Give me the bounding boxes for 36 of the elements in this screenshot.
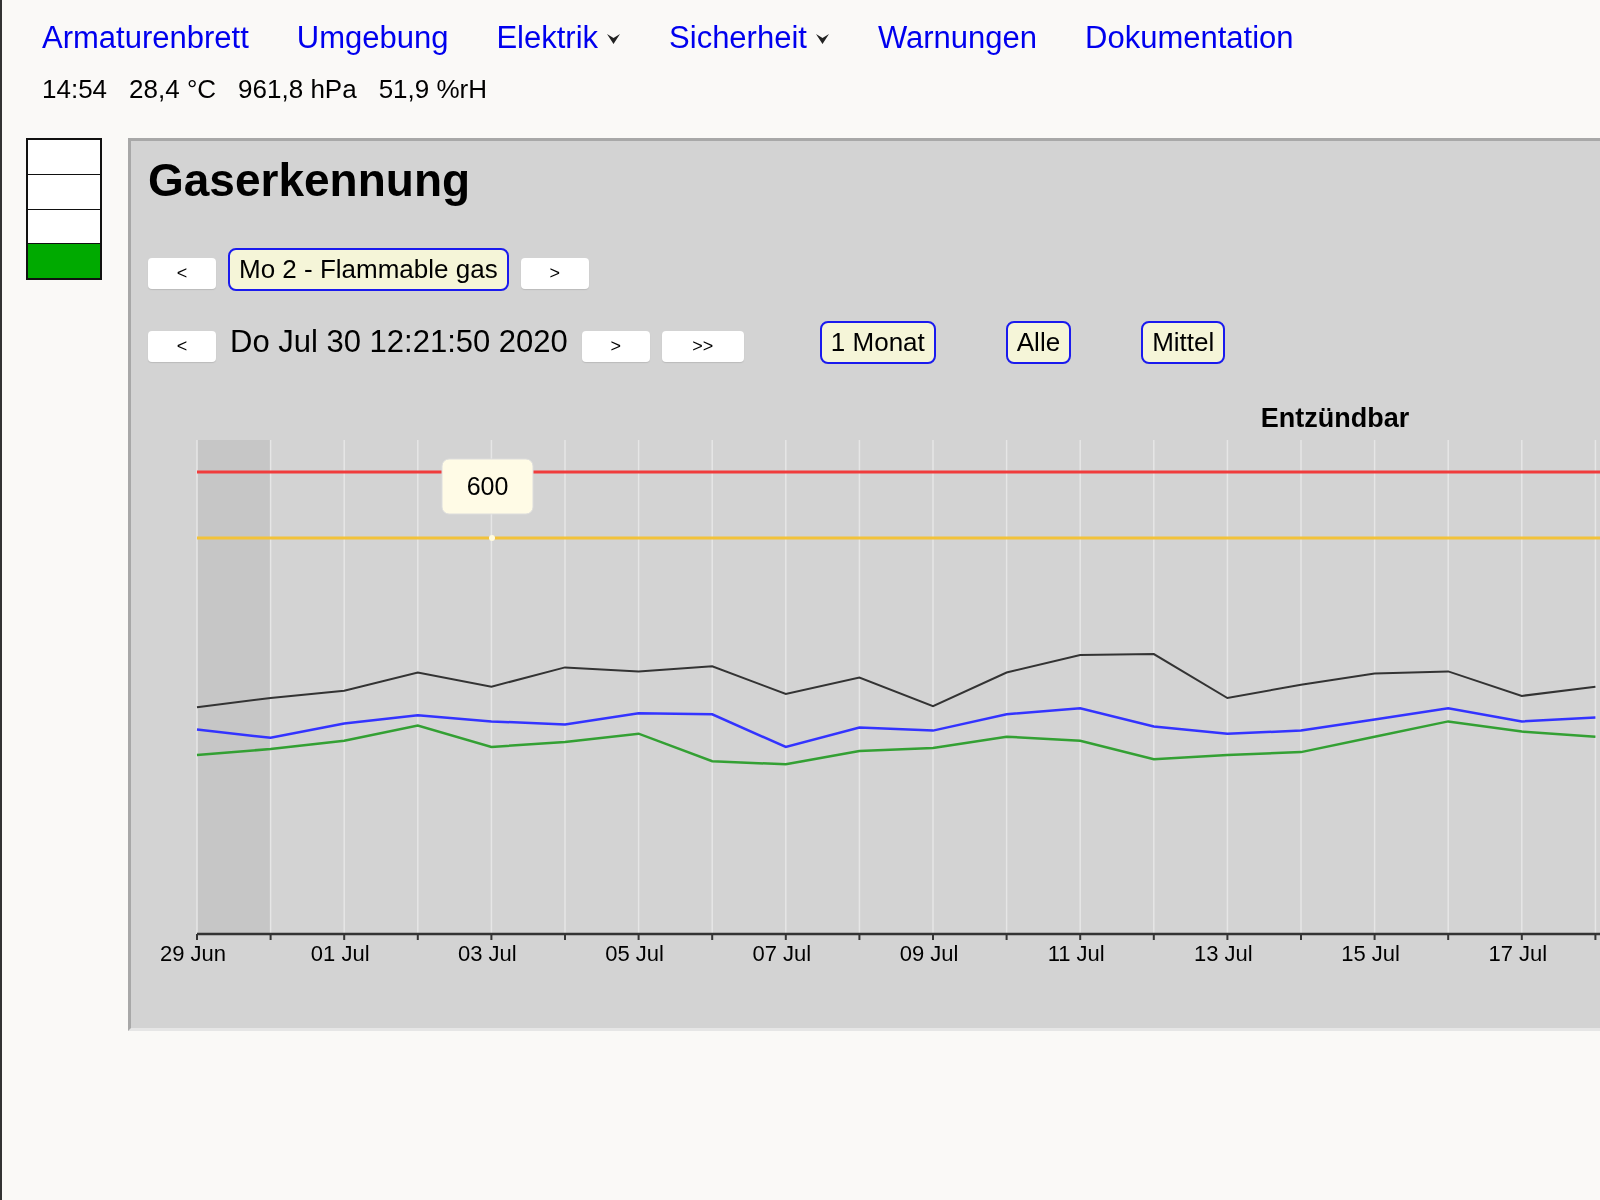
x-axis-label: 01 Jul [310, 941, 370, 966]
hover-point [489, 535, 495, 541]
x-axis-label: 09 Jul [899, 941, 959, 966]
x-axis-label: 05 Jul [605, 941, 664, 966]
next-sensor-button[interactable]: > [520, 257, 589, 289]
nav-link[interactable]: Warnungen [877, 16, 1038, 60]
nav-link[interactable]: Dokumentation [1085, 16, 1294, 60]
nav-link[interactable]: Umgebung [296, 16, 449, 60]
previous-sensor-button[interactable]: < [148, 257, 216, 289]
x-axis-label: 29 Jun [159, 941, 227, 966]
sensor-button[interactable]: Mo 2 - Flammable gas [228, 247, 509, 291]
date-label: Do Jul 30 12:21:50 2020 [230, 324, 568, 360]
panel-title: Gaserkennung [148, 153, 472, 208]
range-button[interactable]: 1 Monat [819, 320, 936, 364]
last-date-button[interactable]: >> [661, 330, 744, 362]
x-axis-label: 15 Jul [1341, 941, 1400, 966]
caret-icon [606, 31, 622, 45]
next-date-button[interactable]: > [581, 330, 650, 362]
status-reading: 51,9 %rH [378, 74, 488, 106]
tooltip-value: 600 [466, 472, 509, 500]
x-axis-label: 17 Jul [1488, 941, 1548, 966]
nav-link[interactable]: Sicherheit [669, 16, 830, 60]
x-axis-label: 03 Jul [458, 941, 517, 966]
nav-link[interactable]: Elektrik [496, 16, 622, 60]
range-button[interactable]: Alle [1005, 320, 1072, 364]
status-reading: 28,4 °C [129, 74, 217, 106]
x-axis-label: 07 Jul [752, 941, 812, 966]
x-axis-label: 13 Jul [1194, 941, 1253, 966]
x-axis-label: 11 Jul [1047, 941, 1105, 966]
status-reading: 14:54 [42, 74, 108, 106]
range-button[interactable]: Mittel [1141, 320, 1226, 364]
nav-link[interactable]: Armaturenbrett [42, 16, 249, 60]
chart-title: Entzündbar [1260, 403, 1410, 433]
caret-icon [814, 31, 830, 45]
status-reading: 961,8 hPa [238, 74, 357, 106]
previous-date-button[interactable]: < [148, 330, 216, 362]
